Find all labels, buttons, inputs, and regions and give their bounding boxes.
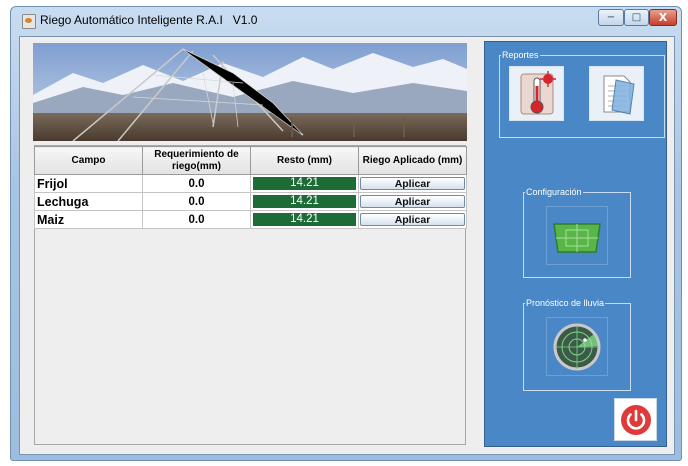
column-header-resto[interactable]: Resto (mm) (250, 146, 359, 175)
radar-icon (553, 323, 601, 370)
table-row[interactable]: Maiz 0.0 14.21 Aplicar (34, 210, 467, 229)
table-row[interactable]: Frijol 0.0 14.21 Aplicar (34, 174, 467, 193)
client-area: Campo Requerimiento de riego(mm) Resto (… (19, 36, 675, 455)
minimize-button[interactable]: − (598, 9, 624, 26)
documents-folder-icon (603, 75, 635, 115)
pronostico-button[interactable] (546, 317, 608, 376)
column-header-riego-aplicado[interactable]: Riego Aplicado (mm) (358, 146, 467, 175)
campo-cell: Lechuga (34, 192, 143, 211)
window-title: Riego Automático Inteligente R.A.I V1.0 (40, 13, 258, 27)
configuracion-button[interactable] (546, 206, 608, 265)
reportes-legend: Reportes (502, 50, 539, 60)
resto-cell: 14.21 (253, 213, 356, 226)
field-map-icon (553, 222, 601, 253)
report-documents-button[interactable] (589, 66, 644, 121)
power-icon (620, 404, 651, 435)
side-panel: Reportes Configuración Pronóstico de llu… (484, 41, 667, 447)
java-app-icon (22, 14, 36, 29)
pronostico-legend: Pronóstico de lluvia (526, 298, 605, 308)
resto-cell: 14.21 (253, 195, 356, 208)
column-header-requerimiento[interactable]: Requerimiento de riego(mm) (142, 146, 251, 175)
riego-table: Campo Requerimiento de riego(mm) Resto (… (34, 146, 467, 229)
report-temperature-button[interactable] (509, 66, 564, 121)
resto-cell: 14.21 (253, 177, 356, 190)
requerimiento-cell: 0.0 (142, 192, 251, 211)
campo-cell: Maiz (34, 210, 143, 229)
table-header-row: Campo Requerimiento de riego(mm) Resto (… (34, 146, 467, 175)
power-button[interactable] (614, 398, 657, 441)
aplicar-button[interactable]: Aplicar (360, 177, 465, 190)
irrigation-banner-image (33, 43, 467, 141)
aplicar-button[interactable]: Aplicar (360, 195, 465, 208)
requerimiento-cell: 0.0 (142, 174, 251, 193)
requerimiento-cell: 0.0 (142, 210, 251, 229)
column-header-campo[interactable]: Campo (34, 146, 143, 175)
title-bar[interactable]: Riego Automático Inteligente R.A.I V1.0 … (11, 7, 681, 33)
configuracion-legend: Configuración (526, 187, 582, 197)
campo-cell: Frijol (34, 174, 143, 193)
thermometer-icon (520, 70, 556, 114)
table-row[interactable]: Lechuga 0.0 14.21 Aplicar (34, 192, 467, 211)
maximize-button[interactable]: □ (624, 9, 649, 26)
app-window: Riego Automático Inteligente R.A.I V1.0 … (10, 6, 682, 461)
close-button[interactable]: X (649, 9, 677, 26)
aplicar-button[interactable]: Aplicar (360, 213, 465, 226)
